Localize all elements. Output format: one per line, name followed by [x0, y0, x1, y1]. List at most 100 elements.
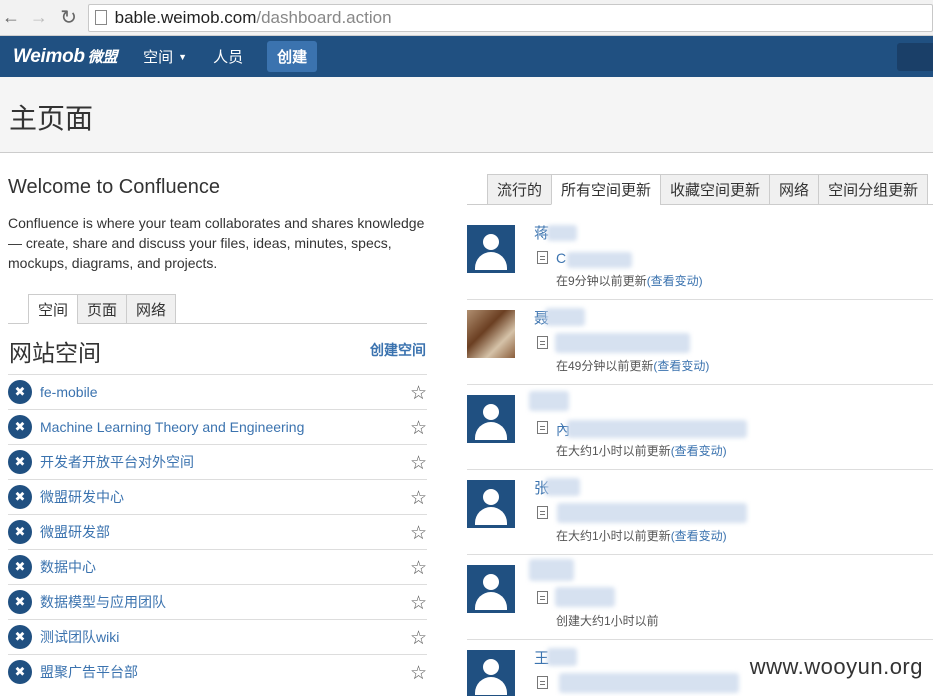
space-item[interactable]: ✖ 数据模型与应用团队 ☆ [8, 584, 427, 619]
feed-time: 创建大约1小时以前 [556, 614, 659, 628]
redaction-blur [545, 308, 585, 326]
feed-page-title[interactable]: C [556, 250, 566, 266]
tab-all-updates[interactable]: 所有空间更新 [551, 174, 662, 205]
create-space-link[interactable]: 创建空间 [370, 340, 426, 360]
feed-item: 內 在大约1小时以前更新(查看变动) [467, 385, 933, 470]
weimob-logo[interactable]: Weimob 微盟 [13, 46, 117, 68]
activity-feed: 蒋 C 在9分钟以前更新(查看变动) 聂 在49分钟以前更新(查看变动) 內 在… [467, 215, 933, 696]
feed-item: 聂 在49分钟以前更新(查看变动) [467, 300, 933, 385]
nav-people-link[interactable]: 人员 [213, 46, 243, 67]
space-item[interactable]: ✖ 测试团队wiki ☆ [8, 619, 427, 654]
page-header: 主页面 [0, 77, 933, 153]
top-navigation: Weimob 微盟 空间 ▼ 人员 创建 [0, 36, 933, 77]
document-icon [537, 421, 548, 434]
redaction-blur [529, 559, 574, 581]
url-host: bable.weimob.com [114, 7, 257, 27]
avatar[interactable] [467, 310, 515, 358]
tab-favourite-updates[interactable]: 收藏空间更新 [660, 174, 771, 205]
space-item[interactable]: ✖ 盟聚广告平台部 ☆ [8, 654, 427, 689]
document-icon [537, 676, 548, 689]
view-changes-link[interactable]: (查看变动) [653, 359, 709, 373]
feed-meta: 在大约1小时以前更新(查看变动) [556, 527, 727, 544]
space-item[interactable]: ✖ 数据中心 ☆ [8, 549, 427, 584]
redaction-blur [557, 503, 747, 523]
redaction-blur [545, 478, 580, 496]
nav-spaces-label: 空间 [143, 49, 174, 66]
star-icon[interactable]: ☆ [410, 452, 427, 475]
star-icon[interactable]: ☆ [410, 627, 427, 650]
view-changes-link[interactable]: (查看变动) [647, 274, 703, 288]
star-icon[interactable]: ☆ [410, 487, 427, 510]
space-logo-icon: ✖ [8, 450, 32, 474]
reload-icon[interactable]: ↻ [58, 7, 80, 29]
document-icon [537, 591, 548, 604]
nav-spaces-menu[interactable]: 空间 ▼ [143, 46, 187, 67]
space-logo-icon: ✖ [8, 415, 32, 439]
feed-meta: 在大约1小时以前更新(查看变动) [556, 442, 727, 459]
tab-network-updates[interactable]: 网络 [769, 174, 820, 205]
star-icon[interactable]: ☆ [410, 382, 427, 405]
redaction-blur [567, 252, 632, 268]
avatar[interactable] [467, 225, 515, 273]
right-tab-bar: 流行的 所有空间更新 收藏空间更新 网络 空间分组更新 [467, 174, 933, 205]
view-changes-link[interactable]: (查看变动) [671, 444, 727, 458]
space-name[interactable]: Machine Learning Theory and Engineering [40, 419, 304, 435]
space-name[interactable]: fe-mobile [40, 384, 98, 400]
left-tab-bar: 空间 页面 网络 [8, 294, 427, 324]
redaction-blur [547, 225, 577, 241]
redaction-blur [567, 420, 747, 438]
caret-down-icon: ▼ [178, 51, 188, 62]
view-changes-link[interactable]: (查看变动) [671, 529, 727, 543]
space-item[interactable]: ✖ 微盟研发部 ☆ [8, 514, 427, 549]
avatar[interactable] [467, 650, 515, 696]
page-icon [94, 10, 107, 25]
url-path: /dashboard.action [256, 7, 392, 27]
tab-space-category-updates[interactable]: 空间分组更新 [818, 174, 929, 205]
back-arrow-icon[interactable]: ← [0, 7, 22, 29]
document-icon [537, 336, 548, 349]
space-item[interactable]: ✖ 微盟研发中心 ☆ [8, 479, 427, 514]
star-icon[interactable]: ☆ [410, 662, 427, 685]
redaction-blur [555, 333, 690, 353]
watermark-text: www.wooyun.org [749, 654, 923, 679]
tab-spaces[interactable]: 空间 [28, 294, 79, 324]
feed-item: 蒋 C 在9分钟以前更新(查看变动) [467, 215, 933, 300]
star-icon[interactable]: ☆ [410, 417, 427, 440]
space-item[interactable]: ✖ fe-mobile ☆ [8, 374, 427, 409]
space-logo-icon: ✖ [8, 485, 32, 509]
feed-time: 在大约1小时以前更新 [556, 529, 671, 543]
avatar[interactable] [467, 480, 515, 528]
document-icon [537, 506, 548, 519]
feed-item: 张 在大约1小时以前更新(查看变动) [467, 470, 933, 555]
address-bar[interactable]: bable.weimob.com/dashboard.action [87, 3, 933, 32]
space-name[interactable]: 开发者开放平台对外空间 [40, 452, 194, 472]
feed-time: 在49分钟以前更新 [556, 359, 654, 373]
redaction-blur [547, 648, 577, 666]
forward-arrow-icon[interactable]: → [28, 7, 50, 29]
page-title: 主页面 [9, 102, 94, 135]
avatar[interactable] [467, 565, 515, 613]
space-name[interactable]: 数据中心 [40, 557, 96, 577]
logo-cn-text: 微盟 [87, 48, 118, 66]
star-icon[interactable]: ☆ [410, 557, 427, 580]
star-icon[interactable]: ☆ [410, 522, 427, 545]
tab-network[interactable]: 网络 [126, 294, 177, 324]
redaction-blur [559, 673, 739, 693]
space-logo-icon: ✖ [8, 590, 32, 614]
avatar[interactable] [467, 395, 515, 443]
space-name[interactable]: 微盟研发部 [40, 522, 110, 542]
feed-item: 创建大约1小时以前 [467, 555, 933, 640]
space-name[interactable]: 盟聚广告平台部 [40, 662, 138, 682]
tab-pages[interactable]: 页面 [77, 294, 128, 324]
spaces-heading: 网站空间 [9, 341, 101, 367]
space-item[interactable]: ✖ Machine Learning Theory and Engineerin… [8, 409, 427, 444]
space-name[interactable]: 测试团队wiki [40, 627, 119, 647]
search-input[interactable] [897, 43, 933, 71]
logo-text: Weimob [13, 45, 85, 67]
space-name[interactable]: 微盟研发中心 [40, 487, 124, 507]
space-item[interactable]: ✖ 开发者开放平台对外空间 ☆ [8, 444, 427, 479]
space-name[interactable]: 数据模型与应用团队 [40, 592, 166, 612]
create-button[interactable]: 创建 [267, 41, 318, 72]
star-icon[interactable]: ☆ [410, 592, 427, 615]
tab-popular[interactable]: 流行的 [487, 174, 553, 205]
